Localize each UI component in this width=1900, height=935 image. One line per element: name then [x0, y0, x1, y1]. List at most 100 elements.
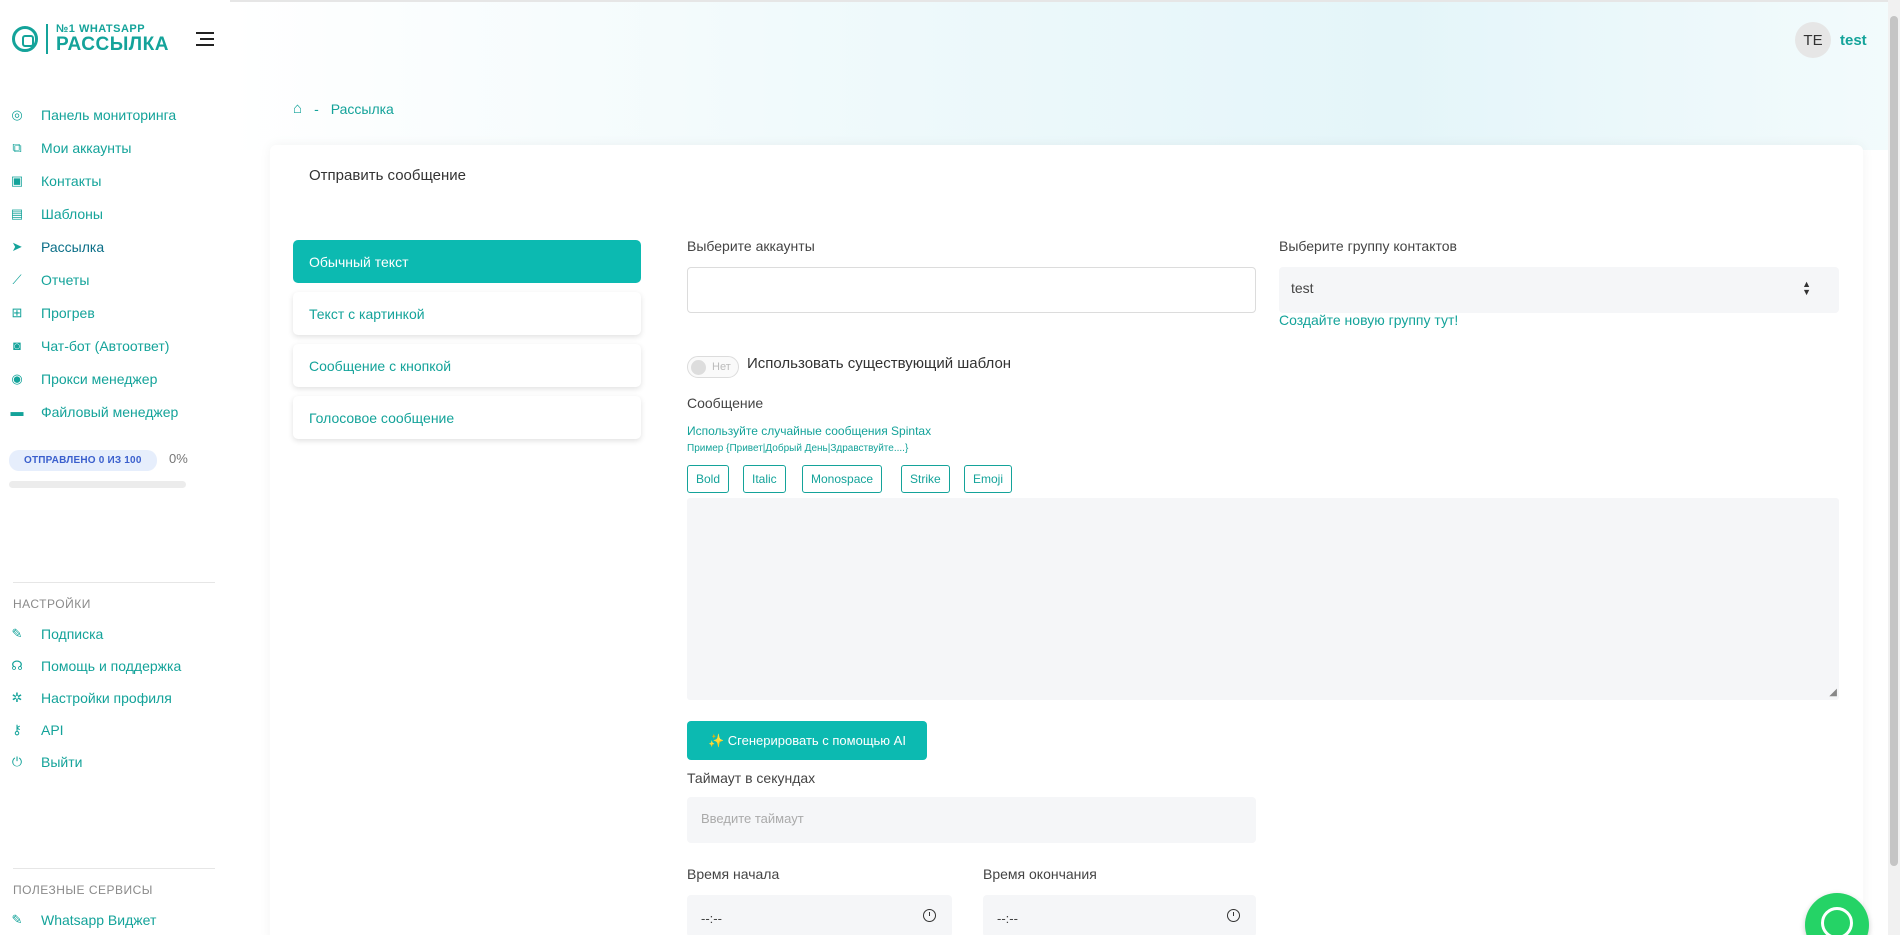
sidebar-item-label: Whatsapp Виджет	[41, 912, 157, 928]
sidebar-item-support[interactable]: ☊ Помощь и поддержка	[0, 650, 230, 682]
create-group-link[interactable]: Создайте новую группу тут!	[1279, 312, 1458, 328]
logo-divider	[46, 24, 48, 54]
end-time-input[interactable]: --:--	[983, 895, 1256, 935]
robot-icon: ◙	[13, 337, 21, 353]
start-time-input[interactable]: --:--	[687, 895, 952, 935]
spintax-hint: Используйте случайные сообщения Spintax	[687, 424, 932, 438]
tab-message-with-button[interactable]: Сообщение с кнопкой	[293, 344, 641, 387]
toggle-state-label: Нет	[712, 361, 731, 373]
services-nav: ✎ Whatsapp Виджет	[0, 904, 230, 935]
sent-quota: ОТПРАВЛЕНО 0 ИЗ 100 0%	[9, 450, 219, 488]
sidebar-item-accounts[interactable]: ⧉ Мои аккаунты	[0, 131, 230, 164]
sidebar-item-proxy[interactable]: ◉ Прокси менеджер	[0, 362, 230, 395]
sidebar-item-profile-settings[interactable]: ✲ Настройки профиля	[0, 682, 230, 714]
resize-grip-icon[interactable]: ◢	[1829, 687, 1837, 698]
send-icon: ➤	[11, 238, 23, 254]
breadcrumb-current[interactable]: Рассылка	[331, 101, 394, 117]
gear-icon: ✲	[11, 690, 23, 705]
section-divider	[13, 868, 215, 869]
page-scrollbar[interactable]	[1888, 0, 1900, 935]
tab-voice-message[interactable]: Голосовое сообщение	[293, 396, 641, 439]
accounts-select[interactable]	[687, 267, 1256, 313]
breadcrumb: ⌂ - Рассылка	[293, 100, 394, 117]
top-border	[0, 0, 1888, 2]
contact-group-value: test	[1291, 280, 1314, 296]
timeout-label: Таймаут в секундах	[687, 770, 816, 786]
menu-toggle-icon[interactable]	[196, 32, 214, 46]
avatar: TE	[1795, 22, 1831, 58]
sidebar-item-files[interactable]: ▬ Файловый менеджер	[0, 395, 230, 428]
toggle-knob	[691, 360, 706, 375]
bold-button[interactable]: Bold	[687, 465, 730, 493]
user-menu[interactable]: TE test	[1795, 22, 1867, 58]
timeout-placeholder: Введите таймаут	[701, 811, 804, 826]
select-arrows-icon: ▲ ▼	[1802, 279, 1811, 297]
sent-badge: ОТПРАВЛЕНО 0 ИЗ 100	[9, 450, 157, 471]
tab-text-with-image[interactable]: Текст с картинкой	[293, 292, 641, 335]
folder-icon: ▬	[10, 403, 24, 419]
breadcrumb-separator: -	[314, 100, 319, 117]
monospace-button[interactable]: Monospace	[802, 465, 883, 493]
sidebar-item-label: Панель мониторинга	[41, 106, 177, 123]
accounts-icon: ⧉	[12, 139, 22, 155]
clock-icon[interactable]	[923, 909, 936, 922]
settings-nav: ✎ Подписка ☊ Помощь и поддержка ✲ Настро…	[0, 618, 230, 778]
emoji-button[interactable]: Emoji	[964, 465, 1013, 493]
scrollbar-thumb[interactable]	[1890, 16, 1898, 866]
start-time-label: Время начала	[687, 866, 780, 882]
sidebar-item-api[interactable]: ⚷ API	[0, 714, 230, 746]
italic-button[interactable]: Italic	[743, 465, 786, 493]
contact-group-select[interactable]: test ▲ ▼	[1279, 267, 1839, 313]
sidebar-item-label: Шаблоны	[41, 205, 103, 222]
message-label: Сообщение	[687, 395, 764, 411]
whatsapp-icon	[1821, 907, 1853, 935]
sent-progress-bar	[9, 481, 186, 488]
sidebar-item-subscription[interactable]: ✎ Подписка	[0, 618, 230, 650]
sidebar-item-label: Помощь и поддержка	[41, 658, 182, 674]
sidebar-item-mailing[interactable]: ➤ Рассылка	[0, 230, 230, 263]
sidebar-item-templates[interactable]: ▤ Шаблоны	[0, 197, 230, 230]
sidebar-item-label: Подписка	[41, 626, 104, 642]
message-type-tabs: Обычный текст Текст с картинкой Сообщени…	[293, 240, 641, 448]
use-template-label: Использовать существующий шаблон	[747, 355, 1012, 372]
generate-ai-button[interactable]: ✨ Сгенерировать с помощью AI	[687, 721, 927, 760]
settings-section-title: НАСТРОЙКИ	[13, 597, 91, 611]
sidebar-item-label: Настройки профиля	[41, 690, 172, 706]
sidebar-item-label: Отчеты	[41, 271, 90, 288]
clock-icon[interactable]	[1227, 909, 1240, 922]
sidebar-item-reports[interactable]: ⟋ Отчеты	[0, 263, 230, 296]
strike-button[interactable]: Strike	[901, 465, 950, 493]
support-icon: ☊	[11, 658, 23, 673]
sidebar-item-label: Прогрев	[41, 304, 95, 321]
send-message-card: Отправить сообщение Обычный текст Текст …	[270, 145, 1863, 935]
sidebar-item-label: Файловый менеджер	[41, 403, 179, 420]
end-time-label: Время окончания	[983, 866, 1097, 882]
end-time-value: --:--	[997, 911, 1018, 926]
sidebar-item-logout[interactable]: ⏻ Выйти	[0, 746, 230, 778]
services-section-title: ПОЛЕЗНЫЕ СЕРВИСЫ	[13, 883, 153, 897]
timeout-input[interactable]: Введите таймаут	[687, 797, 1256, 843]
use-template-toggle[interactable]: Нет	[687, 356, 739, 378]
spintax-example: Пример {Привет|Добрый День|Здравствуйте.…	[687, 443, 909, 454]
templates-icon: ▤	[10, 205, 24, 221]
globe-icon: ◉	[11, 370, 23, 386]
tab-plain-text[interactable]: Обычный текст	[293, 240, 641, 283]
message-textarea[interactable]: ◢	[687, 498, 1839, 700]
sidebar-item-contacts[interactable]: ▣ Контакты	[0, 164, 230, 197]
sidebar-item-chatbot[interactable]: ◙ Чат-бот (Автоответ)	[0, 329, 230, 362]
sidebar-item-dashboard[interactable]: ◎ Панель мониторинга	[0, 98, 230, 131]
subscription-icon: ✎	[11, 626, 23, 641]
start-time-value: --:--	[701, 911, 722, 926]
whatsapp-logo-icon	[12, 26, 38, 52]
section-divider	[13, 582, 215, 583]
sidebar-item-widget[interactable]: ✎ Whatsapp Виджет	[0, 904, 230, 935]
logo[interactable]: №1 WHATSAPP РАССЫЛКА	[12, 24, 169, 54]
sidebar-item-warmup[interactable]: ⊞ Прогрев	[0, 296, 230, 329]
dashboard-icon: ◎	[11, 106, 23, 122]
home-icon[interactable]: ⌂	[293, 100, 302, 117]
power-icon: ⏻	[11, 754, 23, 769]
rocket-icon: ⟋	[12, 271, 22, 287]
sidebar-item-label: API	[41, 722, 64, 738]
logo-text-bottom: РАССЫЛКА	[56, 34, 169, 55]
widget-icon: ✎	[11, 912, 23, 927]
